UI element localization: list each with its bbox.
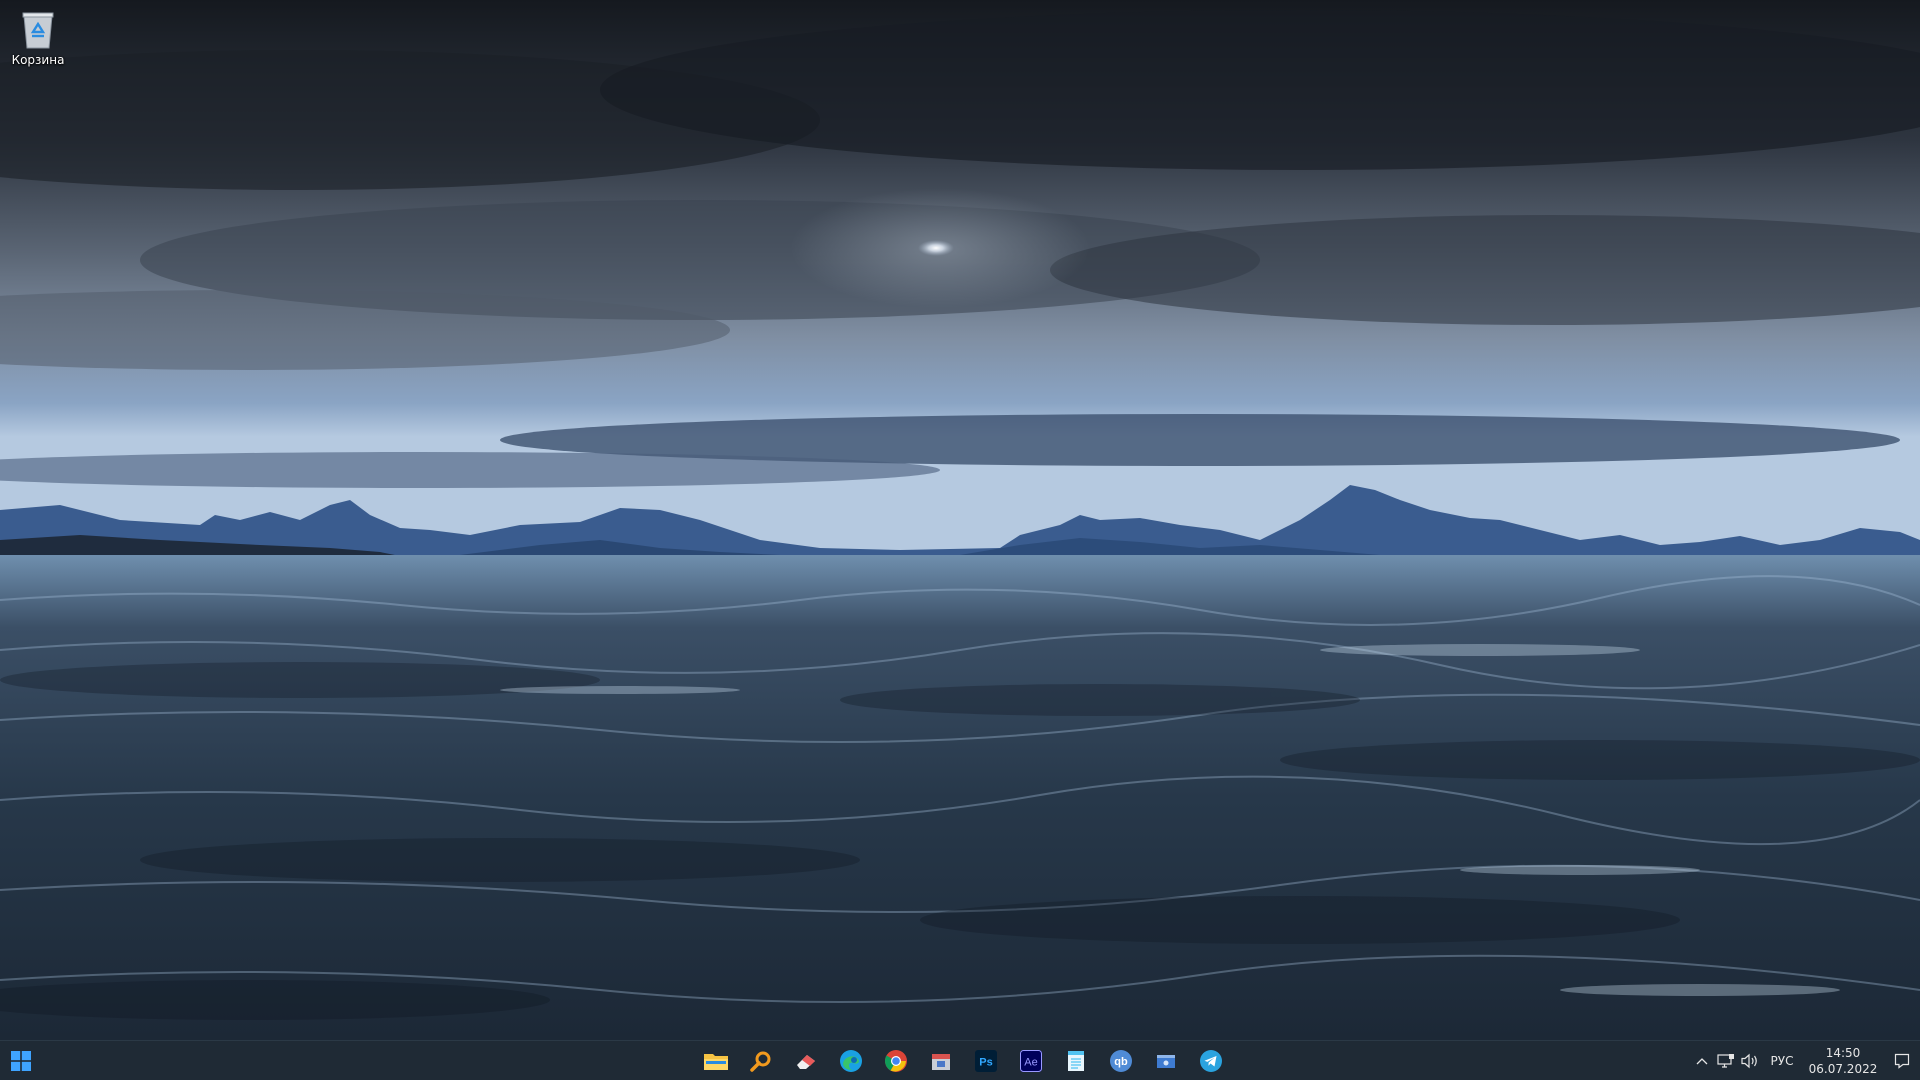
taskbar-telegram[interactable] <box>1188 1041 1233 1080</box>
folder-icon <box>703 1053 728 1070</box>
taskbar: Ps Ae qb РУС 14:50 06.07.2022 <box>0 1040 1920 1080</box>
taskbar-package-app[interactable] <box>918 1041 963 1080</box>
taskbar-chrome[interactable] <box>873 1041 918 1080</box>
eraser-icon <box>796 1054 815 1069</box>
pinned-apps: Ps Ae qb <box>693 1041 1233 1080</box>
svg-text:Ps: Ps <box>979 1056 992 1068</box>
package-icon <box>931 1053 950 1070</box>
chevron-up-icon <box>1696 1057 1708 1064</box>
desktop[interactable]: Корзина <box>0 0 1920 1040</box>
clock[interactable]: 14:50 06.07.2022 <box>1802 1041 1884 1080</box>
chrome-icon <box>884 1049 907 1072</box>
window-icon <box>1156 1054 1175 1068</box>
input-language-indicator[interactable]: РУС <box>1762 1041 1802 1080</box>
recycle-bin-icon <box>22 12 54 49</box>
taskbar-after-effects[interactable]: Ae <box>1008 1041 1053 1080</box>
telegram-icon <box>1199 1049 1222 1072</box>
edge-icon <box>839 1049 862 1072</box>
volume-button[interactable] <box>1738 1041 1762 1080</box>
notepad-icon <box>1067 1050 1084 1071</box>
clock-time: 14:50 <box>1825 1045 1861 1060</box>
start-button[interactable] <box>0 1041 42 1080</box>
qbittorrent-icon: qb <box>1109 1049 1132 1072</box>
after-effects-icon: Ae <box>1019 1049 1042 1072</box>
show-hidden-icons-button[interactable] <box>1690 1041 1714 1080</box>
taskbar-eraser[interactable] <box>783 1041 828 1080</box>
taskbar-window-app[interactable] <box>1143 1041 1188 1080</box>
search-icon <box>749 1051 770 1072</box>
desktop-icon-label: Корзина <box>11 53 65 67</box>
svg-text:Ae: Ae <box>1024 1056 1037 1068</box>
wallpaper <box>0 0 1920 1040</box>
taskbar-search[interactable] <box>738 1041 783 1080</box>
taskbar-notepad[interactable] <box>1053 1041 1098 1080</box>
action-center-button[interactable] <box>1884 1041 1920 1080</box>
photoshop-icon: Ps <box>974 1049 997 1072</box>
taskbar-qbittorrent[interactable]: qb <box>1098 1041 1143 1080</box>
windows-logo-icon <box>11 1050 31 1071</box>
system-tray: РУС 14:50 06.07.2022 <box>1690 1041 1920 1080</box>
taskbar-photoshop[interactable]: Ps <box>963 1041 1008 1080</box>
notification-icon <box>1894 1053 1910 1069</box>
clock-date: 06.07.2022 <box>1808 1061 1878 1076</box>
network-icon <box>1717 1053 1734 1068</box>
network-button[interactable] <box>1714 1041 1738 1080</box>
taskbar-file-explorer[interactable] <box>693 1041 738 1080</box>
svg-text:qb: qb <box>1114 1056 1128 1068</box>
speaker-icon <box>1741 1053 1757 1068</box>
desktop-icon-recycle-bin[interactable]: Корзина <box>8 6 68 67</box>
taskbar-edge[interactable] <box>828 1041 873 1080</box>
